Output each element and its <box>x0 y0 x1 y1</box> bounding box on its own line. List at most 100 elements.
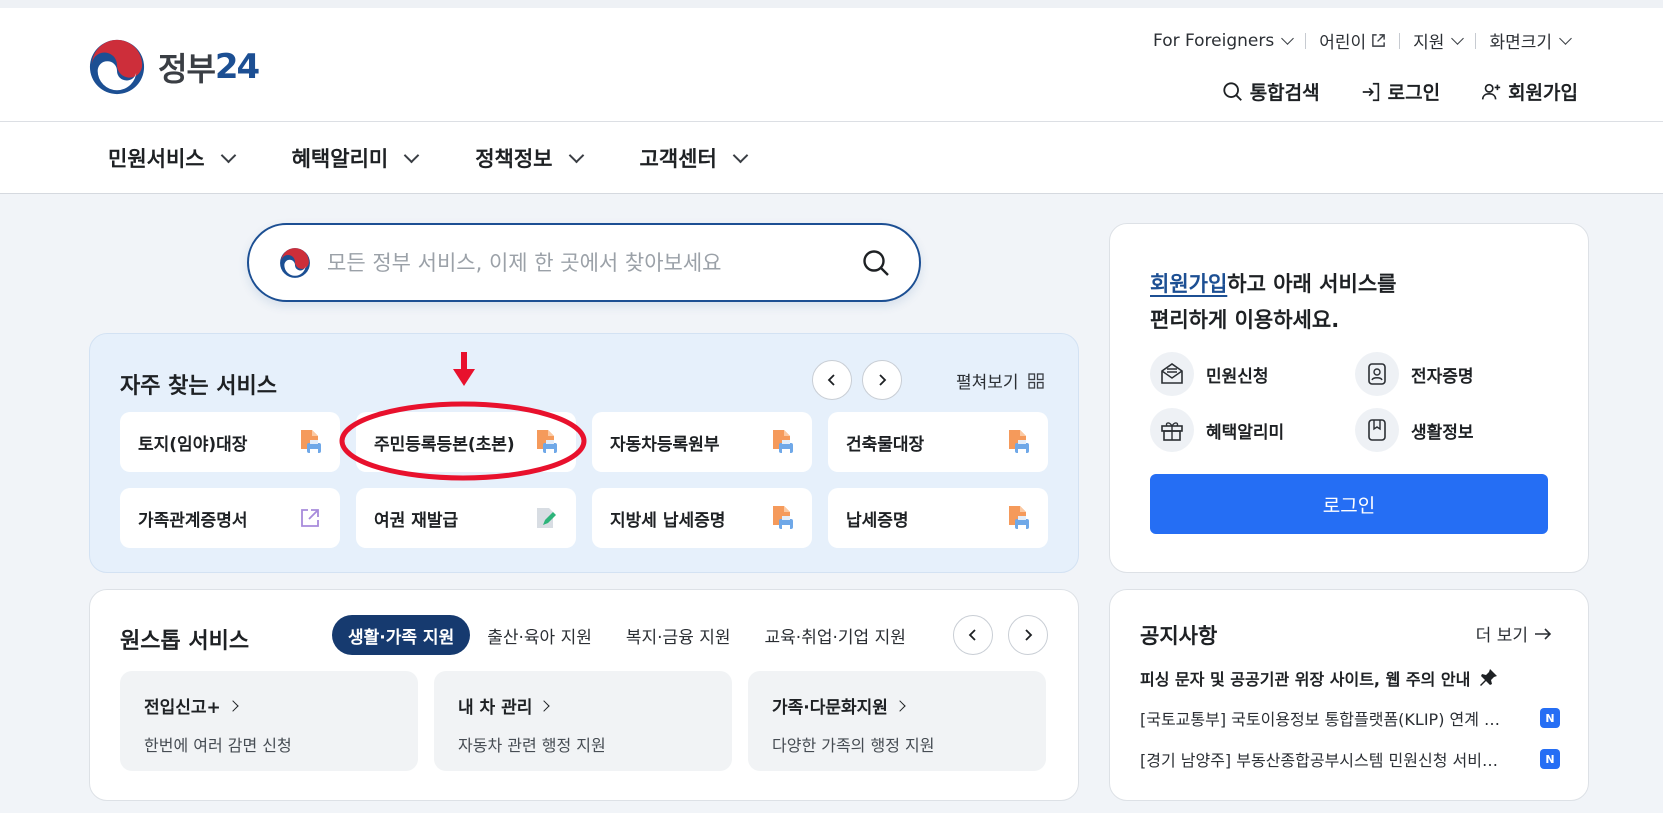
gift-icon <box>1161 422 1183 441</box>
notice-text: [경기 남양주] 부동산종합공부시스템 민원신청 서비스 중단 안내 <box>1140 751 1512 770</box>
search-icon <box>1223 81 1242 101</box>
card-title: 가족·다문화지원 <box>772 698 888 718</box>
chevron-down-icon <box>732 147 749 164</box>
gnb-item-civil-service[interactable]: 민원서비스 <box>108 143 236 173</box>
benefit-e-certificate[interactable]: 전자증명 <box>1355 352 1560 396</box>
service-label: 지방세 납세증명 <box>610 510 726 531</box>
gnb-item-customer-center[interactable]: 고객센터 <box>639 143 749 173</box>
taegeuk-icon <box>280 247 310 278</box>
search-icon[interactable] <box>861 248 891 278</box>
prev-button[interactable] <box>812 360 852 400</box>
notice-row[interactable]: [국토교통부] 국토이용정보 통합플랫폼(KLIP) 연계 서비스 안내 N <box>1140 706 1560 730</box>
notice-row[interactable]: [경기 남양주] 부동산종합공부시스템 민원신청 서비스 중단 안내 N <box>1140 747 1560 771</box>
gnb-label: 민원서비스 <box>108 147 205 171</box>
service-label: 건축물대장 <box>846 434 925 455</box>
benefit-life-info[interactable]: 생활정보 <box>1355 408 1560 452</box>
notice-text: 피싱 문자 및 공공기관 위장 사이트, 웹 주의 안내 <box>1140 670 1471 689</box>
tab-education-employment[interactable]: 교육·취업·기업 지원 <box>748 615 923 655</box>
chevron-right-icon <box>894 699 906 712</box>
new-badge: N <box>1540 749 1560 769</box>
kids-label: 어린이 <box>1319 33 1367 53</box>
card-title: 내 차 관리 <box>458 698 533 718</box>
expand-button[interactable]: 펼쳐보기 <box>956 368 1045 393</box>
notice-text: [국토교통부] 국토이용정보 통합플랫폼(KLIP) 연계 서비스 안내 <box>1140 710 1512 729</box>
pdf-print-icon <box>773 430 793 454</box>
card-move-in-report[interactable]: 전입신고+ 한번에 여러 감면 신청 <box>120 671 418 771</box>
service-land-register[interactable]: 토지(임야)대장 <box>120 412 340 472</box>
chevron-right-icon <box>879 374 887 386</box>
login-panel: 회원가입하고 아래 서비스를 편리하게 이용하세요. 민원신청 전자증명 혜택알… <box>1109 223 1589 573</box>
annotation-arrow-down-icon <box>453 352 475 386</box>
next-button[interactable] <box>1008 615 1048 655</box>
service-label: 가족관계증명서 <box>138 510 248 531</box>
pin-icon <box>1480 669 1498 686</box>
onestop-panel: 원스톱 서비스 생활·가족 지원 출산·육아 지원 복지·금융 지원 교육·취업… <box>89 589 1079 801</box>
service-family-relation[interactable]: 가족관계증명서 <box>120 488 340 548</box>
grid-icon <box>1027 372 1044 389</box>
global-nav: 민원서비스 혜택알리미 정책정보 고객센터 <box>0 122 1663 194</box>
external-link-icon <box>301 509 319 527</box>
next-button[interactable] <box>862 360 902 400</box>
signup-link[interactable]: 회원가입 <box>1480 78 1578 105</box>
service-vehicle-register[interactable]: 자동차등록원부 <box>592 412 812 472</box>
pdf-print-icon <box>773 506 793 530</box>
taegeuk-logo-icon <box>89 39 145 95</box>
chevron-down-icon <box>568 147 584 164</box>
notice-panel: 공지사항 더 보기 피싱 문자 및 공공기관 위장 사이트, 웹 주의 안내 [… <box>1109 589 1589 801</box>
search-label: 통합검색 <box>1249 82 1320 104</box>
foreigners-menu[interactable]: For Foreigners <box>1140 31 1305 51</box>
card-my-car[interactable]: 내 차 관리 자동차 관련 행정 지원 <box>434 671 732 771</box>
service-building-register[interactable]: 건축물대장 <box>828 412 1048 472</box>
support-label: 지원 <box>1413 33 1445 53</box>
header: 정부 24 For Foreigners 어린이 지원 화면크기 통합검색 로그… <box>0 8 1663 122</box>
add-user-icon <box>1482 83 1501 99</box>
integrated-search-button[interactable]: 통합검색 <box>1222 78 1320 105</box>
onestop-cards: 전입신고+ 한번에 여러 감면 신청 내 차 관리 자동차 관련 행정 지원 가… <box>120 671 1046 771</box>
tab-life-family[interactable]: 생활·가족 지원 <box>332 615 471 655</box>
gnb-label: 고객센터 <box>639 147 717 171</box>
gnb-label: 정책정보 <box>475 147 553 171</box>
login-message: 회원가입하고 아래 서비스를 편리하게 이용하세요. <box>1150 266 1396 338</box>
prev-button[interactable] <box>953 615 993 655</box>
login-icon <box>1362 82 1379 101</box>
search-input[interactable] <box>327 250 861 275</box>
pdf-print-icon <box>301 430 321 454</box>
kids-link[interactable]: 어린이 <box>1306 28 1399 53</box>
more-link[interactable]: 더 보기 <box>1476 621 1552 646</box>
logo-number: 24 <box>214 47 260 87</box>
service-tax-certificate[interactable]: 납세증명 <box>828 488 1048 548</box>
signup-label: 회원가입 <box>1508 82 1578 104</box>
more-label: 더 보기 <box>1475 626 1528 646</box>
chevron-right-icon <box>227 699 239 712</box>
foreigners-label: For Foreigners <box>1153 30 1275 51</box>
benefit-alerts[interactable]: 혜택알리미 <box>1150 408 1355 452</box>
main-search-bar <box>247 223 921 302</box>
chevron-down-icon <box>220 147 236 164</box>
logo[interactable]: 정부 24 <box>88 38 260 96</box>
service-label: 토지(임야)대장 <box>138 434 248 455</box>
benefit-label: 전자증명 <box>1411 366 1474 387</box>
onestop-tabs: 생활·가족 지원 출산·육아 지원 복지·금융 지원 교육·취업·기업 지원 <box>332 615 923 655</box>
card-family-multicultural[interactable]: 가족·다문화지원 다양한 가족의 행정 지원 <box>748 671 1046 771</box>
service-label: 여권 재발급 <box>374 510 459 531</box>
arrow-right-icon <box>1535 627 1552 640</box>
gnb-item-policy[interactable]: 정책정보 <box>475 143 584 173</box>
tab-birth-childcare[interactable]: 출산·육아 지원 <box>470 615 609 655</box>
signup-link[interactable]: 회원가입 <box>1150 272 1227 296</box>
gnb-item-benefits[interactable]: 혜택알리미 <box>292 143 420 173</box>
login-link[interactable]: 로그인 <box>1360 78 1440 105</box>
service-passport-reissue[interactable]: 여권 재발급 <box>356 488 576 548</box>
annotation-ellipse <box>339 401 587 481</box>
id-card-icon <box>1368 363 1386 385</box>
tab-welfare-finance[interactable]: 복지·금융 지원 <box>609 615 748 655</box>
service-local-tax-certificate[interactable]: 지방세 납세증명 <box>592 488 812 548</box>
message-text: 하고 아래 서비스를 <box>1227 272 1397 296</box>
section-title: 공지사항 <box>1140 624 1218 648</box>
screen-size-menu[interactable]: 화면크기 <box>1476 28 1583 53</box>
external-link-icon <box>1372 34 1385 47</box>
support-menu[interactable]: 지원 <box>1400 28 1475 53</box>
pinned-notice[interactable]: 피싱 문자 및 공공기관 위장 사이트, 웹 주의 안내 <box>1140 666 1498 690</box>
chevron-down-icon <box>1451 31 1465 45</box>
login-button[interactable]: 로그인 <box>1150 474 1548 534</box>
benefit-civil-application[interactable]: 민원신청 <box>1150 352 1355 396</box>
